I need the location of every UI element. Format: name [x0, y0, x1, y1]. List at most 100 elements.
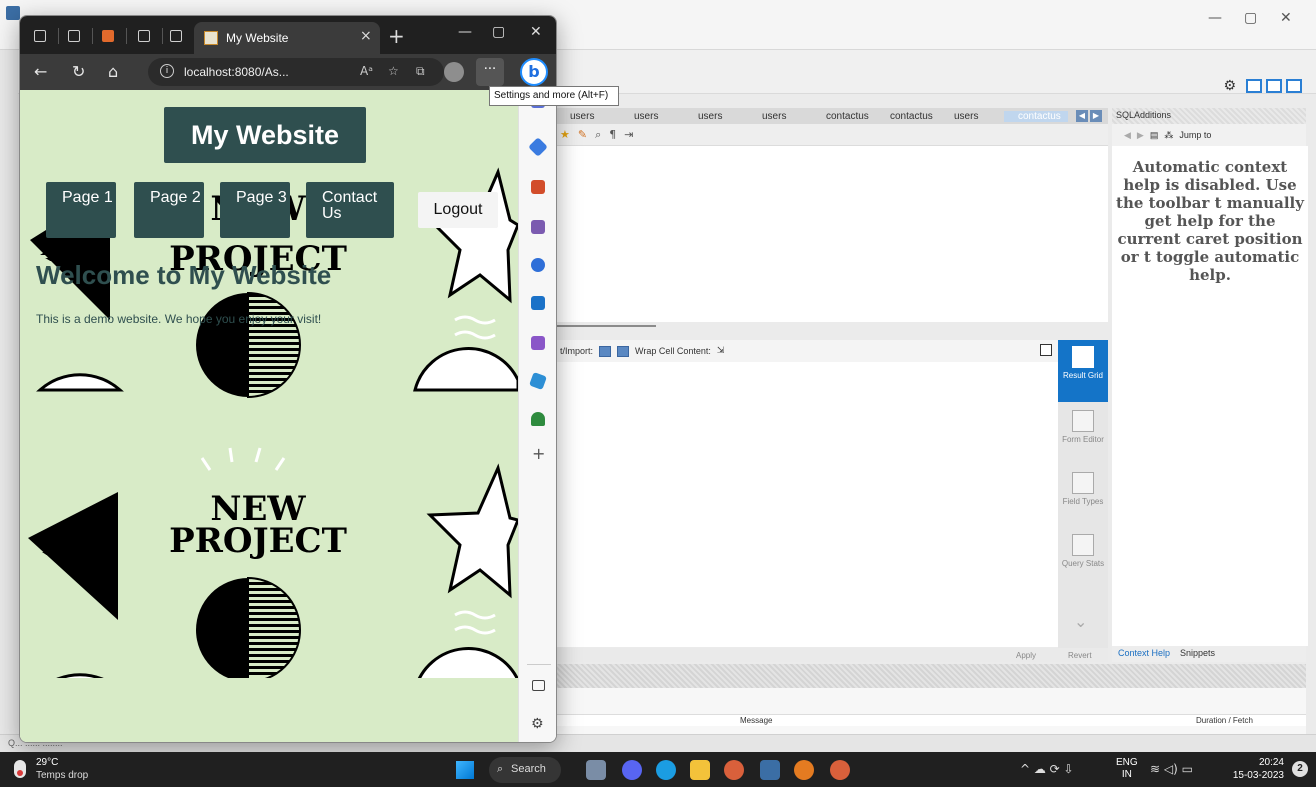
wifi-volume-battery-icons[interactable]: ≋ ◁) ▭ [1150, 762, 1193, 776]
chrome-taskbar-icon[interactable] [724, 760, 744, 780]
weather-thermometer-icon[interactable] [14, 760, 26, 778]
toggle-output-icon[interactable] [1266, 79, 1282, 93]
sidebar-outlook-icon[interactable] [531, 296, 545, 310]
output-col-duration[interactable]: Duration / Fetch [1196, 716, 1253, 725]
toggle-secondary-sidebar-icon[interactable] [1286, 79, 1302, 93]
apply-button[interactable]: Apply [1016, 651, 1036, 660]
result-panel-toggle-icon[interactable] [1040, 344, 1052, 356]
sql-editor-area[interactable] [556, 146, 1108, 322]
help-back-icon[interactable]: ◀ [1124, 130, 1131, 141]
edge-taskbar-icon[interactable] [656, 760, 676, 780]
url-field[interactable]: i localhost:8080/As... Aᵃ ☆ ⧉ [148, 58, 444, 86]
nav-page-2-button[interactable]: Page 2 [134, 182, 204, 238]
sidebar-add-icon[interactable]: + [532, 444, 545, 463]
teams-chat-icon[interactable] [622, 760, 642, 780]
query-tab[interactable]: users [556, 111, 620, 122]
browser-minimize-button[interactable]: — [458, 24, 472, 40]
workbench-settings-icon[interactable]: ⚙ [1223, 78, 1236, 94]
extensions-icon[interactable]: ⧉ [416, 64, 425, 79]
clock-date[interactable]: 15-03-2023 [1216, 770, 1284, 781]
bookmark-icon[interactable]: ★ [560, 128, 570, 141]
beautify-icon[interactable]: ✎ [578, 128, 587, 141]
wrap-cell-icon[interactable]: ⇲ [717, 346, 725, 356]
sidebar-settings-icon[interactable]: ⚙ [531, 716, 544, 732]
workbench-close-button[interactable]: ✕ [1280, 10, 1292, 26]
sidebar-tree-icon[interactable] [531, 412, 545, 426]
mysql-workbench-taskbar-icon[interactable] [760, 760, 780, 780]
sidebar-shopping-icon[interactable] [528, 137, 548, 157]
output-col-message[interactable]: Message [740, 716, 772, 725]
collapsed-tab-icon[interactable] [170, 30, 182, 42]
workbench-minimize-button[interactable]: — [1208, 10, 1222, 26]
query-stats-button[interactable]: Query Stats [1058, 528, 1108, 590]
invisible-chars-icon[interactable]: ¶ [609, 128, 616, 141]
sidebar-tools-icon[interactable] [531, 180, 545, 194]
browser-tab-active[interactable]: My Website × [194, 22, 380, 54]
query-tab-active[interactable]: contactus [1004, 110, 1068, 122]
nav-page-1-button[interactable]: Page 1 [46, 182, 116, 238]
tab-close-icon[interactable]: × [360, 28, 372, 44]
collapsed-tab-icon[interactable] [138, 30, 150, 42]
site-info-icon[interactable]: i [160, 64, 174, 78]
app-taskbar-icon[interactable] [794, 760, 814, 780]
workbench-maximize-button[interactable]: ▢ [1244, 10, 1257, 26]
tab-actions-icon[interactable] [34, 30, 46, 42]
result-grid-area[interactable] [556, 362, 1058, 647]
import-icon[interactable] [617, 345, 630, 357]
tab-scroll-left-icon[interactable]: ◀ [1076, 110, 1088, 122]
weather-temperature[interactable]: 29°C [36, 757, 58, 768]
sidebar-hide-icon[interactable] [532, 680, 545, 691]
toggle-sidebar-icon[interactable] [1246, 79, 1262, 93]
query-tab[interactable]: users [620, 111, 684, 122]
new-tab-button[interactable]: + [388, 24, 405, 48]
chrome-profile-taskbar-icon[interactable] [830, 760, 850, 780]
export-icon[interactable] [599, 345, 612, 357]
manual-help-icon[interactable]: ▤ [1150, 130, 1159, 141]
jump-to-select[interactable]: Jump to [1179, 130, 1211, 140]
tab-context-help[interactable]: Context Help [1118, 648, 1170, 660]
tab-snippets[interactable]: Snippets [1180, 648, 1215, 660]
editor-results-splitter[interactable] [556, 325, 656, 327]
notification-badge[interactable]: 2 [1292, 761, 1308, 777]
query-tab[interactable]: contactus [876, 111, 940, 122]
field-types-button[interactable]: Field Types [1058, 466, 1108, 528]
sidebar-office-icon[interactable] [531, 258, 545, 272]
taskbar-search[interactable]: ⌕ Search [489, 757, 561, 783]
query-tab[interactable]: users [684, 111, 748, 122]
bing-copilot-icon[interactable]: b [520, 58, 548, 86]
collapsed-tab-icon[interactable] [102, 30, 114, 42]
file-explorer-icon[interactable] [690, 760, 710, 780]
result-grid-button[interactable]: Result Grid [1058, 340, 1108, 402]
start-button[interactable] [456, 761, 474, 779]
query-tab[interactable]: users [940, 111, 1004, 122]
collapsed-tab-icon[interactable] [68, 30, 80, 42]
help-forward-icon[interactable]: ▶ [1137, 130, 1144, 141]
form-editor-button[interactable]: Form Editor [1058, 404, 1108, 466]
home-button[interactable]: ⌂ [108, 62, 118, 81]
sidebar-designer-icon[interactable] [531, 336, 545, 350]
taskview-icon[interactable] [586, 760, 606, 780]
side-panel-scroll-icon[interactable]: ⌄ [1074, 612, 1087, 631]
back-button[interactable]: ← [34, 62, 47, 81]
nav-page-3-button[interactable]: Page 3 [220, 182, 290, 238]
sidebar-drop-icon[interactable] [529, 372, 547, 390]
tab-scroll-right-icon[interactable]: ▶ [1090, 110, 1102, 122]
find-icon[interactable]: ⌕ [595, 128, 601, 142]
profile-avatar[interactable] [444, 62, 464, 82]
clock-time[interactable]: 20:24 [1230, 757, 1284, 768]
weather-description[interactable]: Temps drop [36, 770, 88, 781]
language-indicator[interactable]: ENG IN [1116, 757, 1138, 781]
favorite-star-icon[interactable]: ☆ [388, 64, 399, 78]
revert-button[interactable]: Revert [1068, 651, 1092, 660]
settings-and-more-button[interactable]: ··· [476, 58, 504, 86]
nav-contact-us-button[interactable]: Contact Us [306, 182, 394, 238]
auto-help-icon[interactable]: ⁂ [1164, 130, 1173, 141]
read-aloud-icon[interactable]: Aᵃ [360, 64, 373, 78]
browser-close-button[interactable]: ✕ [530, 24, 542, 40]
system-tray-icons[interactable]: ^ ☁ ⟳ ⇩ [1020, 762, 1074, 776]
sidebar-games-icon[interactable] [531, 220, 545, 234]
refresh-button[interactable]: ↻ [72, 62, 85, 81]
browser-maximize-button[interactable]: ▢ [492, 24, 505, 40]
query-tab[interactable]: contactus [812, 111, 876, 122]
logout-button[interactable]: Logout [418, 192, 498, 228]
